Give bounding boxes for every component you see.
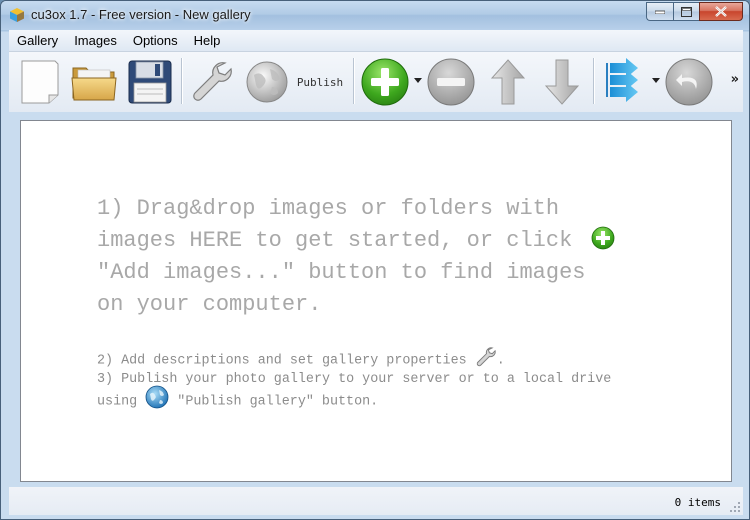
menu-gallery[interactable]: Gallery bbox=[9, 31, 66, 51]
title-bar[interactable]: cu3ox 1.7 - Free version - New gallery bbox=[1, 1, 749, 30]
toolbar-separator bbox=[593, 58, 594, 104]
items-count: 0 items bbox=[674, 496, 721, 509]
gallery-properties-button[interactable] bbox=[187, 57, 237, 107]
minimize-button[interactable] bbox=[646, 2, 673, 21]
toolbar: Publish » bbox=[9, 52, 743, 112]
step1-line: "Add images..." button to find images bbox=[97, 260, 586, 285]
blue-arrows-icon bbox=[606, 58, 638, 102]
move-up-button[interactable] bbox=[483, 57, 533, 107]
sort-dropdown-arrow[interactable] bbox=[652, 78, 660, 83]
up-arrow-icon bbox=[490, 59, 526, 105]
steps-2-3-instructions: 2) Add descriptions and set gallery prop… bbox=[97, 347, 697, 412]
step1-instructions: 1) Drag&drop images or folders with imag… bbox=[97, 193, 657, 321]
remove-images-button[interactable] bbox=[425, 57, 477, 107]
close-icon bbox=[715, 6, 727, 17]
app-cube-icon bbox=[10, 8, 24, 22]
globe-inline-icon bbox=[145, 385, 169, 408]
minimize-icon bbox=[655, 10, 665, 14]
blank-page-icon bbox=[21, 60, 59, 104]
menu-images[interactable]: Images bbox=[66, 31, 125, 51]
step2-line: 2) Add descriptions and set gallery prop… bbox=[97, 347, 697, 371]
step1-line: images HERE to get started, or click bbox=[97, 225, 657, 257]
step3-line: using "Publish gallery" button. bbox=[97, 385, 697, 412]
maximize-icon bbox=[681, 6, 692, 17]
move-down-button[interactable] bbox=[537, 57, 587, 107]
green-plus-icon bbox=[361, 58, 409, 106]
toolbar-separator bbox=[353, 58, 354, 104]
image-drop-area[interactable]: 1) Drag&drop images or folders with imag… bbox=[20, 120, 732, 482]
publish-label: Publish bbox=[296, 75, 344, 89]
folder-icon bbox=[71, 67, 117, 101]
new-gallery-button[interactable] bbox=[17, 57, 63, 107]
app-window: cu3ox 1.7 - Free version - New gallery G… bbox=[0, 0, 750, 520]
resize-grip-icon[interactable] bbox=[729, 501, 741, 513]
wrench-inline-icon bbox=[476, 347, 496, 367]
toolbar-overflow-chevron[interactable]: » bbox=[731, 72, 739, 87]
step2-period: . bbox=[496, 353, 505, 369]
window-title: cu3ox 1.7 - Free version - New gallery bbox=[31, 7, 251, 22]
sort-button[interactable] bbox=[599, 57, 649, 107]
step1-line: 1) Drag&drop images or folders with bbox=[97, 196, 560, 221]
add-images-inline-icon bbox=[592, 226, 615, 250]
step3-line: 3) Publish your photo gallery to your se… bbox=[97, 371, 612, 387]
step1-line-text: images HERE to get started, or click bbox=[97, 228, 573, 253]
add-images-button[interactable] bbox=[359, 57, 411, 107]
wrench-icon bbox=[193, 62, 232, 101]
menu-help[interactable]: Help bbox=[186, 31, 229, 51]
globe-icon bbox=[246, 61, 288, 103]
undo-button[interactable] bbox=[663, 57, 715, 107]
step3-text-b: "Publish gallery" button. bbox=[177, 394, 379, 410]
menu-options[interactable]: Options bbox=[125, 31, 186, 51]
maximize-button[interactable] bbox=[673, 2, 699, 21]
floppy-disk-icon bbox=[128, 60, 172, 104]
close-button[interactable] bbox=[699, 2, 743, 21]
down-arrow-icon bbox=[544, 59, 580, 105]
status-bar: 0 items bbox=[9, 487, 743, 515]
open-gallery-button[interactable] bbox=[69, 57, 119, 107]
publish-label-area[interactable]: Publish bbox=[295, 57, 345, 107]
grey-minus-icon bbox=[427, 58, 475, 106]
step2-text: 2) Add descriptions and set gallery prop… bbox=[97, 353, 467, 369]
step3-text-a: using bbox=[97, 394, 138, 410]
step1-line: on your computer. bbox=[97, 292, 322, 317]
menu-bar: Gallery Images Options Help bbox=[9, 30, 743, 52]
toolbar-separator bbox=[181, 58, 182, 104]
window-controls bbox=[646, 2, 743, 21]
save-gallery-button[interactable] bbox=[125, 57, 175, 107]
add-images-dropdown-arrow[interactable] bbox=[414, 78, 422, 83]
publish-button[interactable] bbox=[243, 57, 291, 107]
undo-icon bbox=[665, 58, 713, 106]
